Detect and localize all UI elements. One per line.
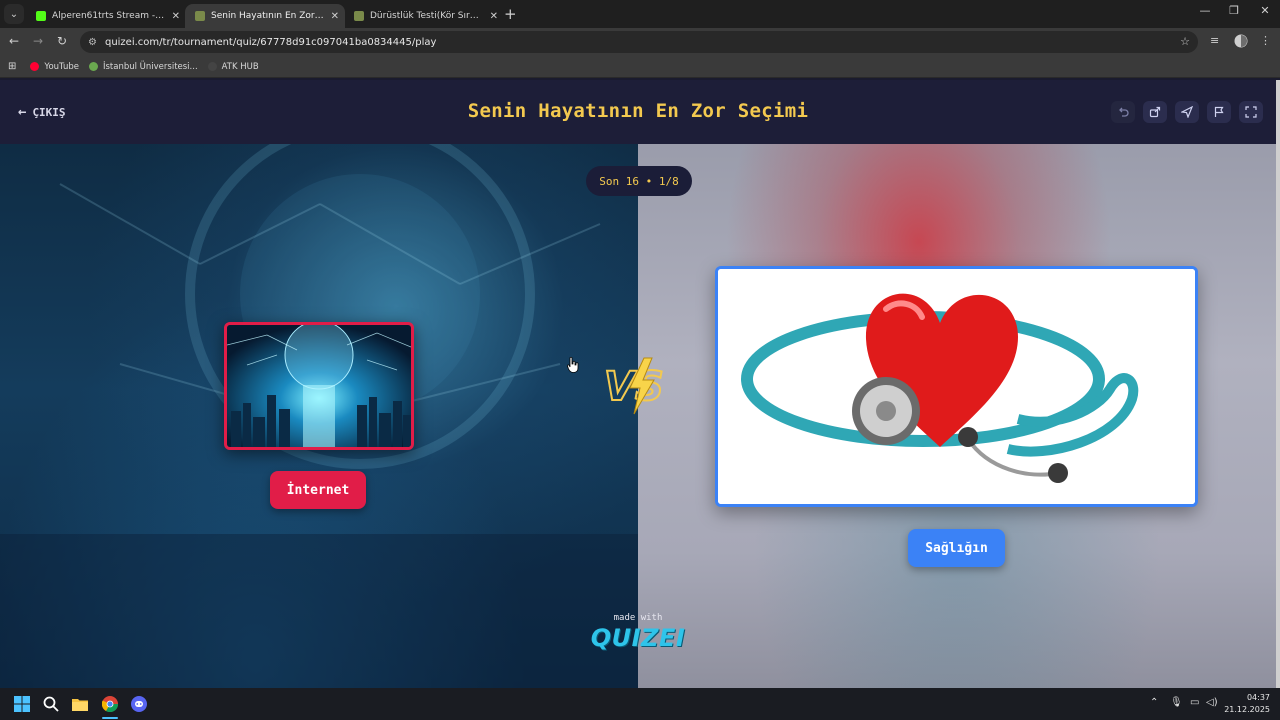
url-text: quizei.com/tr/tournament/quiz/67778d91c0… [104,36,437,48]
quizei-logo[interactable]: QUIZEI [576,624,700,652]
browser-menu-icon[interactable]: ⋮ [1260,34,1271,47]
versus-lightning-icon: VS [603,357,665,415]
browser-tab-strip: ⌄ Alperen61trts Stream - Watch L ✕ Senin… [0,0,1280,28]
fullscreen-button[interactable] [1239,101,1263,123]
kick-favicon-icon [36,11,46,21]
close-tab-icon[interactable]: ✕ [331,11,339,22]
browser-toolbar: ← → ↻ ⚙ quizei.com/tr/tournament/quiz/67… [0,28,1280,56]
tab-title: Senin Hayatının En Zor Seçimi - [211,11,325,21]
site-info-icon[interactable]: ⚙ [88,37,97,48]
made-with-label: made with [613,613,663,623]
back-icon[interactable]: ← [6,34,22,48]
search-icon[interactable] [41,694,61,714]
tray-chevron-up-icon[interactable]: ⌃ [1150,697,1158,708]
bookmark-youtube[interactable]: YouTube [30,62,79,72]
clock-date: 21.12.2025 [1224,705,1270,714]
tab-honesty-test[interactable]: Dürüstlük Testi(Kör Sıralama) - ✕ [344,4,504,28]
microphone-icon[interactable]: 🎙 [1170,697,1183,708]
address-bar[interactable]: ⚙ quizei.com/tr/tournament/quiz/67778d91… [80,31,1198,53]
tab-title: Dürüstlük Testi(Kör Sıralama) - [370,11,484,21]
reload-icon[interactable]: ↻ [54,34,70,48]
quizei-favicon-icon [354,11,364,21]
share-icon [1149,106,1161,118]
bookmark-star-icon[interactable]: ☆ [1180,35,1190,48]
send-button[interactable] [1175,101,1199,123]
heart-stethoscope-image [718,269,1195,504]
choose-left-button[interactable]: İnternet [270,471,366,509]
page-scrollbar[interactable] [1276,80,1280,688]
round-indicator: Son 16 • 1/8 [586,166,692,196]
tab-stream[interactable]: Alperen61trts Stream - Watch L ✕ [26,4,186,28]
bookmark-label: YouTube [44,61,79,72]
send-icon [1181,106,1193,118]
left-option-image[interactable] [224,322,414,450]
media-controls-icon[interactable]: ≡ [1210,34,1219,47]
internet-city-image [227,325,411,447]
tab-title: Alperen61trts Stream - Watch L [52,11,166,21]
undo-button[interactable] [1111,101,1135,123]
network-icon[interactable]: ▭ [1190,697,1199,708]
bookmarks-bar: ⊞ YouTube İstanbul Üniversitesi... ATK H… [0,56,1280,78]
tab-quiz-active[interactable]: Senin Hayatının En Zor Seçimi - ✕ [185,4,345,28]
report-button[interactable] [1207,101,1231,123]
apps-grid-icon[interactable]: ⊞ [8,61,16,72]
active-app-indicator [102,717,118,719]
close-tab-icon[interactable]: ✕ [172,11,180,22]
volume-icon[interactable]: ◁) [1206,697,1218,708]
chrome-icon[interactable] [100,694,120,714]
bookmark-label: ATK HUB [221,61,259,72]
windows-taskbar: ⌃ 🎙 ▭ ◁) 04:37 21.12.2025 [0,688,1280,720]
page-title: Senin Hayatının En Zor Seçimi [467,100,809,122]
bookmark-atk-hub[interactable]: ATK HUB [207,61,259,72]
profile-avatar-icon[interactable] [1234,34,1248,51]
minimize-icon[interactable]: — [1190,4,1220,17]
windows-start-icon[interactable] [12,694,32,714]
restore-icon[interactable]: ❐ [1219,4,1249,17]
new-tab-icon[interactable]: + [504,5,517,23]
quiz-header: ← ÇIKIŞ Senin Hayatının En Zor Seçimi [0,80,1276,144]
share-button[interactable] [1143,101,1167,123]
hand-cursor-icon [567,357,579,373]
quizei-favicon-icon [195,11,205,21]
clock-time: 04:37 [1246,693,1270,702]
discord-icon[interactable] [129,694,149,714]
bookmark-istanbul-university[interactable]: İstanbul Üniversitesi... [88,61,198,72]
quiz-page: ← ÇIKIŞ Senin Hayatının En Zor Seçimi So… [0,80,1276,688]
bookmark-label: İstanbul Üniversitesi... [102,61,198,72]
youtube-icon [30,62,40,71]
fullscreen-icon [1245,106,1257,118]
file-explorer-icon[interactable] [70,694,90,714]
close-window-icon[interactable]: ✕ [1250,4,1280,17]
system-clock[interactable]: 04:37 21.12.2025 [1224,692,1270,716]
close-tab-icon[interactable]: ✕ [490,11,498,22]
tab-search-menu-icon[interactable]: ⌄ [4,4,24,24]
flag-icon [1214,106,1224,117]
right-option-image[interactable] [715,266,1198,507]
atk-hub-icon [207,62,217,71]
forward-icon[interactable]: → [30,34,46,48]
choose-right-button[interactable]: Sağlığın [908,529,1005,567]
undo-icon [1119,107,1129,117]
university-icon [88,62,98,71]
